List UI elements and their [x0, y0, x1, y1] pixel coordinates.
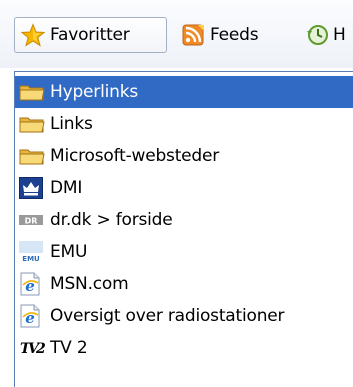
tab-feeds[interactable]: Feeds [181, 17, 291, 53]
favorite-label: EMU [50, 242, 88, 262]
ie-page-icon: e [19, 304, 47, 328]
svg-text:2: 2 [35, 341, 45, 356]
history-clock-icon [306, 23, 330, 47]
favorite-item-microsoft-websteder[interactable]: Microsoft-websteder [15, 140, 353, 172]
favorite-item-dmi[interactable]: DMI [15, 172, 353, 204]
favorite-item-dr-dk[interactable]: DR dr.dk > forside [15, 204, 353, 236]
favorite-item-tv2[interactable]: T V 2 TV 2 [15, 332, 353, 364]
favorite-label: DMI [50, 178, 83, 198]
folder-icon [19, 144, 47, 168]
favorites-panel: Hyperlinks Links Microsoft-websteder DMI… [14, 71, 353, 387]
favorite-label: MSN.com [50, 274, 129, 294]
tab-favorites-label: Favoritter [50, 25, 130, 45]
favorite-item-hyperlinks[interactable]: Hyperlinks [15, 76, 353, 108]
favorite-item-msn[interactable]: e MSN.com [15, 268, 353, 300]
svg-text:DR: DR [25, 217, 38, 226]
favorite-label: TV 2 [50, 338, 88, 358]
rss-feed-icon [181, 23, 205, 47]
dr-logo-icon: DR [19, 208, 47, 232]
favorites-list: Hyperlinks Links Microsoft-websteder DMI… [15, 76, 353, 364]
tab-favorites[interactable]: Favoritter [14, 17, 167, 53]
folder-icon [19, 112, 47, 136]
tv2-logo-icon: T V 2 [19, 336, 47, 360]
favorite-item-links[interactable]: Links [15, 108, 353, 140]
folder-icon [19, 80, 47, 104]
emu-logo-icon: EMU [19, 240, 47, 264]
favorite-item-radiostationer[interactable]: e Oversigt over radiostationer [15, 300, 353, 332]
favorite-label: Links [50, 114, 93, 134]
svg-text:EMU: EMU [22, 255, 40, 263]
svg-text:e: e [25, 277, 35, 295]
svg-text:e: e [25, 309, 35, 327]
favorite-label: Oversigt over radiostationer [50, 306, 285, 326]
favorite-label: Hyperlinks [50, 82, 139, 102]
ie-page-icon: e [19, 272, 47, 296]
favorite-label: dr.dk > forside [50, 210, 173, 230]
favorite-item-emu[interactable]: EMU EMU [15, 236, 353, 268]
favorite-label: Microsoft-websteder [50, 146, 220, 166]
tab-history[interactable]: H [306, 17, 353, 53]
dmi-crown-icon [19, 176, 47, 200]
star-icon [20, 23, 46, 47]
tab-feeds-label: Feeds [210, 25, 259, 45]
favorites-center-toolbar: Favoritter Feeds H [0, 0, 353, 68]
tab-history-label: H [333, 25, 346, 45]
